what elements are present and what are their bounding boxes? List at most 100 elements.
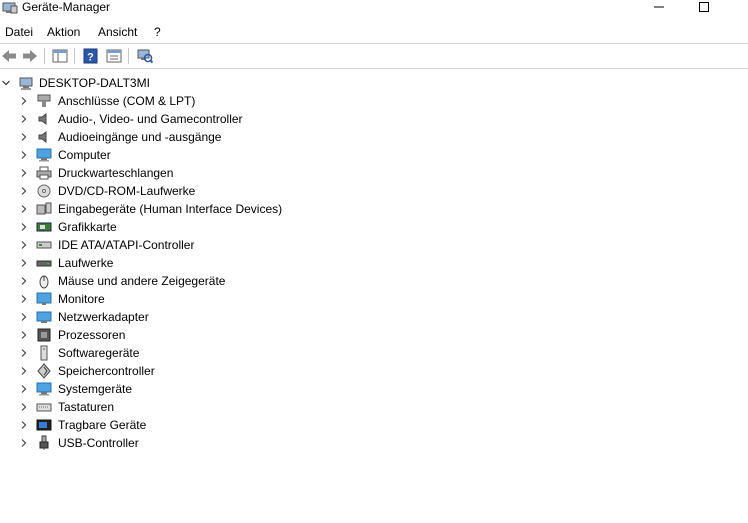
- toolbar: ?: [0, 43, 748, 69]
- expand-chevron-icon[interactable]: [19, 294, 29, 304]
- expand-chevron-icon[interactable]: [19, 222, 29, 232]
- monitor-icon: [36, 292, 52, 305]
- expand-chevron-icon[interactable]: [19, 348, 29, 358]
- expand-chevron-icon[interactable]: [19, 366, 29, 376]
- expand-chevron-icon[interactable]: [19, 114, 29, 124]
- menu-bar: Datei Aktion Ansicht ?: [0, 22, 748, 42]
- maximize-button[interactable]: [681, 0, 727, 14]
- device-category-label: USB-Controller: [58, 436, 139, 450]
- expand-chevron-icon[interactable]: [19, 402, 29, 412]
- minimize-button[interactable]: [636, 0, 682, 14]
- menu-help[interactable]: ?: [154, 25, 161, 39]
- device-category-label: Mäuse und andere Zeigegeräte: [58, 274, 226, 288]
- device-category-20[interactable]: USB-Controller: [0, 434, 320, 452]
- collapse-chevron-icon[interactable]: [1, 78, 11, 88]
- expand-chevron-icon[interactable]: [19, 438, 29, 448]
- forward-button[interactable]: [21, 47, 39, 65]
- portable-device-icon: [36, 419, 52, 431]
- keyboard-icon: [36, 403, 52, 412]
- device-category-label: Prozessoren: [58, 328, 126, 342]
- software-device-icon: [40, 345, 48, 361]
- device-category-label: Audioeingänge und -ausgänge: [58, 130, 222, 144]
- ide-controller-icon: [36, 241, 52, 249]
- hid-icon: [36, 202, 52, 215]
- back-arrow-icon: [2, 50, 16, 62]
- device-category-17[interactable]: Systemgeräte: [0, 380, 320, 398]
- speaker-icon: [38, 113, 47, 125]
- expand-chevron-icon[interactable]: [19, 204, 29, 214]
- device-category-10[interactable]: Laufwerke: [0, 254, 320, 272]
- device-category-label: Netzwerkadapter: [58, 310, 149, 324]
- expand-chevron-icon[interactable]: [19, 312, 29, 322]
- drive-icon: [36, 260, 52, 267]
- device-category-12[interactable]: Monitore: [0, 290, 320, 308]
- port-icon: [37, 94, 51, 107]
- device-category-label: Monitore: [58, 292, 105, 306]
- device-category-9[interactable]: IDE ATA/ATAPI-Controller: [0, 236, 320, 254]
- device-category-label: Audio-, Video- und Gamecontroller: [58, 112, 243, 126]
- device-category-label: Computer: [58, 148, 111, 162]
- expand-chevron-icon[interactable]: [19, 186, 29, 196]
- device-category-label: Speichercontroller: [58, 364, 155, 378]
- expand-chevron-icon[interactable]: [19, 150, 29, 160]
- device-category-14[interactable]: Prozessoren: [0, 326, 320, 344]
- toolbar-separator: [44, 48, 45, 64]
- device-category-label: Tragbare Geräte: [58, 418, 147, 432]
- device-category-15[interactable]: Softwaregeräte: [0, 344, 320, 362]
- menu-datei[interactable]: Datei: [5, 25, 33, 39]
- disc-icon: [37, 184, 51, 198]
- expand-chevron-icon[interactable]: [19, 384, 29, 394]
- svg-text:?: ?: [87, 52, 94, 64]
- expand-chevron-icon[interactable]: [19, 330, 29, 340]
- expand-chevron-icon[interactable]: [19, 96, 29, 106]
- device-category-label: Systemgeräte: [58, 382, 133, 396]
- device-category-2[interactable]: Audio-, Video- und Gamecontroller: [0, 110, 320, 128]
- computer-root-icon: [19, 77, 33, 90]
- tree-root[interactable]: DESKTOP-DALT3MI: [0, 74, 200, 92]
- device-category-3[interactable]: Audioeingänge und -ausgänge: [0, 128, 320, 146]
- device-category-label: Anschlüsse (COM & LPT): [58, 94, 196, 108]
- device-category-18[interactable]: Tastaturen: [0, 398, 320, 416]
- menu-ansicht[interactable]: Ansicht: [98, 25, 137, 39]
- expand-chevron-icon[interactable]: [19, 420, 29, 430]
- storage-controller-icon: [37, 363, 51, 379]
- expand-chevron-icon[interactable]: [19, 168, 29, 178]
- device-category-label: IDE ATA/ATAPI-Controller: [58, 238, 195, 252]
- toolbar-separator: [128, 48, 129, 64]
- show-hide-console-tree-button[interactable]: [51, 47, 69, 65]
- forward-arrow-icon: [23, 50, 37, 62]
- scan-hardware-button[interactable]: [136, 47, 154, 65]
- device-category-5[interactable]: Druckwarteschlangen: [0, 164, 320, 182]
- device-category-11[interactable]: Mäuse und andere Zeigegeräte: [0, 272, 320, 290]
- properties-icon: [106, 49, 122, 63]
- device-category-7[interactable]: Eingabegeräte (Human Interface Devices): [0, 200, 320, 218]
- help-icon: ?: [83, 48, 98, 64]
- expand-chevron-icon[interactable]: [19, 258, 29, 268]
- system-device-icon: [36, 382, 52, 396]
- device-category-label: Grafikkarte: [58, 220, 117, 234]
- back-button[interactable]: [0, 47, 18, 65]
- device-category-label: Softwaregeräte: [58, 346, 140, 360]
- help-button[interactable]: ?: [82, 47, 100, 65]
- properties-button[interactable]: [105, 47, 123, 65]
- device-category-16[interactable]: Speichercontroller: [0, 362, 320, 380]
- device-category-13[interactable]: Netzwerkadapter: [0, 308, 320, 326]
- minimize-icon: [654, 6, 664, 8]
- device-category-1[interactable]: Anschlüsse (COM & LPT): [0, 92, 320, 110]
- device-category-4[interactable]: Computer: [0, 146, 320, 164]
- expand-chevron-icon[interactable]: [19, 240, 29, 250]
- device-category-8[interactable]: Grafikkarte: [0, 218, 320, 236]
- device-category-19[interactable]: Tragbare Geräte: [0, 416, 320, 434]
- scan-hardware-icon: [137, 49, 153, 64]
- expand-chevron-icon[interactable]: [19, 276, 29, 286]
- menu-aktion[interactable]: Aktion: [47, 25, 80, 39]
- window-title: Geräte-Manager: [22, 0, 111, 14]
- printer-icon: [36, 166, 52, 180]
- processor-icon: [37, 328, 51, 342]
- expand-chevron-icon[interactable]: [19, 132, 29, 142]
- usb-icon: [39, 435, 49, 450]
- toolbar-separator: [74, 48, 75, 64]
- device-category-6[interactable]: DVD/CD-ROM-Laufwerke: [0, 182, 320, 200]
- device-category-label: DVD/CD-ROM-Laufwerke: [58, 184, 196, 198]
- computer-icon: [36, 148, 52, 162]
